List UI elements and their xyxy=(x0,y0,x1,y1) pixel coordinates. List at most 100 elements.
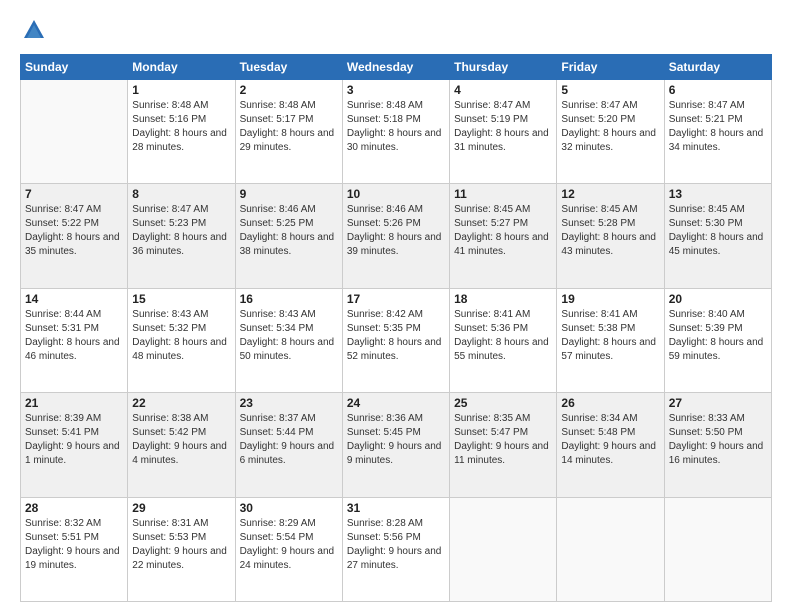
day-number: 29 xyxy=(132,501,230,515)
week-row-2: 7 Sunrise: 8:47 AMSunset: 5:22 PMDaylight… xyxy=(21,184,772,288)
day-info: Sunrise: 8:41 AMSunset: 5:36 PMDaylight:… xyxy=(454,308,552,364)
calendar-cell xyxy=(21,80,128,184)
day-number: 18 xyxy=(454,292,552,306)
day-info: Sunrise: 8:41 AMSunset: 5:38 PMDaylight:… xyxy=(561,308,659,364)
day-number: 17 xyxy=(347,292,445,306)
weekday-header-wednesday: Wednesday xyxy=(342,55,449,80)
day-number: 23 xyxy=(240,396,338,410)
day-info: Sunrise: 8:47 AMSunset: 5:21 PMDaylight:… xyxy=(669,99,767,155)
day-info: Sunrise: 8:39 AMSunset: 5:41 PMDaylight:… xyxy=(25,412,123,468)
week-row-3: 14 Sunrise: 8:44 AMSunset: 5:31 PMDayligh… xyxy=(21,288,772,392)
calendar-cell: 21Sunrise: 8:39 AMSunset: 5:41 PMDayligh… xyxy=(21,393,128,497)
weekday-header-monday: Monday xyxy=(128,55,235,80)
day-info: Sunrise: 8:45 AMSunset: 5:27 PMDaylight:… xyxy=(454,203,552,259)
day-info: Sunrise: 8:45 AMSunset: 5:28 PMDaylight:… xyxy=(561,203,659,259)
day-number: 14 xyxy=(25,292,123,306)
calendar-cell xyxy=(664,497,771,601)
calendar-cell: 22 Sunrise: 8:38 AMSunset: 5:42 PMDayligh… xyxy=(128,393,235,497)
day-info: Sunrise: 8:47 AMSunset: 5:22 PMDaylight:… xyxy=(25,203,123,259)
day-number: 1 xyxy=(132,83,230,97)
day-number: 28 xyxy=(25,501,123,515)
weekday-header-row: SundayMondayTuesdayWednesdayThursdayFrid… xyxy=(21,55,772,80)
day-info: Sunrise: 8:43 AMSunset: 5:32 PMDaylight:… xyxy=(132,308,230,364)
calendar-cell: 23 Sunrise: 8:37 AMSunset: 5:44 PMDayligh… xyxy=(235,393,342,497)
day-info: Sunrise: 8:38 AMSunset: 5:42 PMDaylight:… xyxy=(132,412,230,468)
calendar-cell: 19 Sunrise: 8:41 AMSunset: 5:38 PMDayligh… xyxy=(557,288,664,392)
day-info: Sunrise: 8:42 AMSunset: 5:35 PMDaylight:… xyxy=(347,308,445,364)
day-number: 30 xyxy=(240,501,338,515)
day-number: 15 xyxy=(132,292,230,306)
weekday-header-sunday: Sunday xyxy=(21,55,128,80)
week-row-1: 1 Sunrise: 8:48 AMSunset: 5:16 PMDaylight… xyxy=(21,80,772,184)
calendar-cell: 11Sunrise: 8:45 AMSunset: 5:27 PMDayligh… xyxy=(450,184,557,288)
weekday-header-thursday: Thursday xyxy=(450,55,557,80)
calendar-cell: 6 Sunrise: 8:47 AMSunset: 5:21 PMDaylight… xyxy=(664,80,771,184)
day-info: Sunrise: 8:37 AMSunset: 5:44 PMDaylight:… xyxy=(240,412,338,468)
day-number: 7 xyxy=(25,187,123,201)
calendar-cell: 2 Sunrise: 8:48 AMSunset: 5:17 PMDaylight… xyxy=(235,80,342,184)
weekday-header-tuesday: Tuesday xyxy=(235,55,342,80)
logo xyxy=(20,16,52,44)
weekday-header-saturday: Saturday xyxy=(664,55,771,80)
day-number: 8 xyxy=(132,187,230,201)
calendar-cell: 20 Sunrise: 8:40 AMSunset: 5:39 PMDayligh… xyxy=(664,288,771,392)
calendar-cell: 8 Sunrise: 8:47 AMSunset: 5:23 PMDaylight… xyxy=(128,184,235,288)
calendar-cell: 16 Sunrise: 8:43 AMSunset: 5:34 PMDayligh… xyxy=(235,288,342,392)
day-number: 20 xyxy=(669,292,767,306)
day-info: Sunrise: 8:35 AMSunset: 5:47 PMDaylight:… xyxy=(454,412,552,468)
day-info: Sunrise: 8:40 AMSunset: 5:39 PMDaylight:… xyxy=(669,308,767,364)
day-number: 27 xyxy=(669,396,767,410)
calendar-cell: 9 Sunrise: 8:46 AMSunset: 5:25 PMDaylight… xyxy=(235,184,342,288)
day-info: Sunrise: 8:47 AMSunset: 5:19 PMDaylight:… xyxy=(454,99,552,155)
day-number: 6 xyxy=(669,83,767,97)
calendar-cell: 25 Sunrise: 8:35 AMSunset: 5:47 PMDayligh… xyxy=(450,393,557,497)
calendar-cell: 15 Sunrise: 8:43 AMSunset: 5:32 PMDayligh… xyxy=(128,288,235,392)
logo-icon xyxy=(20,16,48,44)
day-info: Sunrise: 8:48 AMSunset: 5:16 PMDaylight:… xyxy=(132,99,230,155)
day-number: 19 xyxy=(561,292,659,306)
calendar-cell: 28 Sunrise: 8:32 AMSunset: 5:51 PMDayligh… xyxy=(21,497,128,601)
day-info: Sunrise: 8:43 AMSunset: 5:34 PMDaylight:… xyxy=(240,308,338,364)
calendar-cell xyxy=(557,497,664,601)
calendar-cell: 14 Sunrise: 8:44 AMSunset: 5:31 PMDayligh… xyxy=(21,288,128,392)
day-number: 2 xyxy=(240,83,338,97)
day-info: Sunrise: 8:36 AMSunset: 5:45 PMDaylight:… xyxy=(347,412,445,468)
calendar-cell: 27 Sunrise: 8:33 AMSunset: 5:50 PMDayligh… xyxy=(664,393,771,497)
day-info: Sunrise: 8:34 AMSunset: 5:48 PMDaylight:… xyxy=(561,412,659,468)
page: SundayMondayTuesdayWednesdayThursdayFrid… xyxy=(0,0,792,612)
week-row-4: 21Sunrise: 8:39 AMSunset: 5:41 PMDayligh… xyxy=(21,393,772,497)
day-number: 26 xyxy=(561,396,659,410)
calendar-cell: 17 Sunrise: 8:42 AMSunset: 5:35 PMDayligh… xyxy=(342,288,449,392)
week-row-5: 28 Sunrise: 8:32 AMSunset: 5:51 PMDayligh… xyxy=(21,497,772,601)
day-number: 24 xyxy=(347,396,445,410)
day-number: 12 xyxy=(561,187,659,201)
day-info: Sunrise: 8:48 AMSunset: 5:17 PMDaylight:… xyxy=(240,99,338,155)
calendar-cell: 12 Sunrise: 8:45 AMSunset: 5:28 PMDayligh… xyxy=(557,184,664,288)
calendar-table: SundayMondayTuesdayWednesdayThursdayFrid… xyxy=(20,54,772,602)
day-info: Sunrise: 8:33 AMSunset: 5:50 PMDaylight:… xyxy=(669,412,767,468)
day-number: 22 xyxy=(132,396,230,410)
calendar-cell: 18 Sunrise: 8:41 AMSunset: 5:36 PMDayligh… xyxy=(450,288,557,392)
day-info: Sunrise: 8:45 AMSunset: 5:30 PMDaylight:… xyxy=(669,203,767,259)
day-info: Sunrise: 8:46 AMSunset: 5:25 PMDaylight:… xyxy=(240,203,338,259)
day-number: 16 xyxy=(240,292,338,306)
weekday-header-friday: Friday xyxy=(557,55,664,80)
day-info: Sunrise: 8:44 AMSunset: 5:31 PMDaylight:… xyxy=(25,308,123,364)
calendar-cell: 1 Sunrise: 8:48 AMSunset: 5:16 PMDaylight… xyxy=(128,80,235,184)
calendar-cell: 31Sunrise: 8:28 AMSunset: 5:56 PMDayligh… xyxy=(342,497,449,601)
calendar-cell: 3 Sunrise: 8:48 AMSunset: 5:18 PMDaylight… xyxy=(342,80,449,184)
calendar-cell xyxy=(450,497,557,601)
day-info: Sunrise: 8:32 AMSunset: 5:51 PMDaylight:… xyxy=(25,517,123,573)
day-number: 9 xyxy=(240,187,338,201)
day-number: 4 xyxy=(454,83,552,97)
day-info: Sunrise: 8:46 AMSunset: 5:26 PMDaylight:… xyxy=(347,203,445,259)
calendar-cell: 10Sunrise: 8:46 AMSunset: 5:26 PMDayligh… xyxy=(342,184,449,288)
calendar-cell: 5Sunrise: 8:47 AMSunset: 5:20 PMDaylight… xyxy=(557,80,664,184)
day-number: 3 xyxy=(347,83,445,97)
day-info: Sunrise: 8:48 AMSunset: 5:18 PMDaylight:… xyxy=(347,99,445,155)
day-info: Sunrise: 8:47 AMSunset: 5:23 PMDaylight:… xyxy=(132,203,230,259)
calendar-cell: 13Sunrise: 8:45 AMSunset: 5:30 PMDayligh… xyxy=(664,184,771,288)
day-number: 5 xyxy=(561,83,659,97)
day-number: 25 xyxy=(454,396,552,410)
day-number: 31 xyxy=(347,501,445,515)
